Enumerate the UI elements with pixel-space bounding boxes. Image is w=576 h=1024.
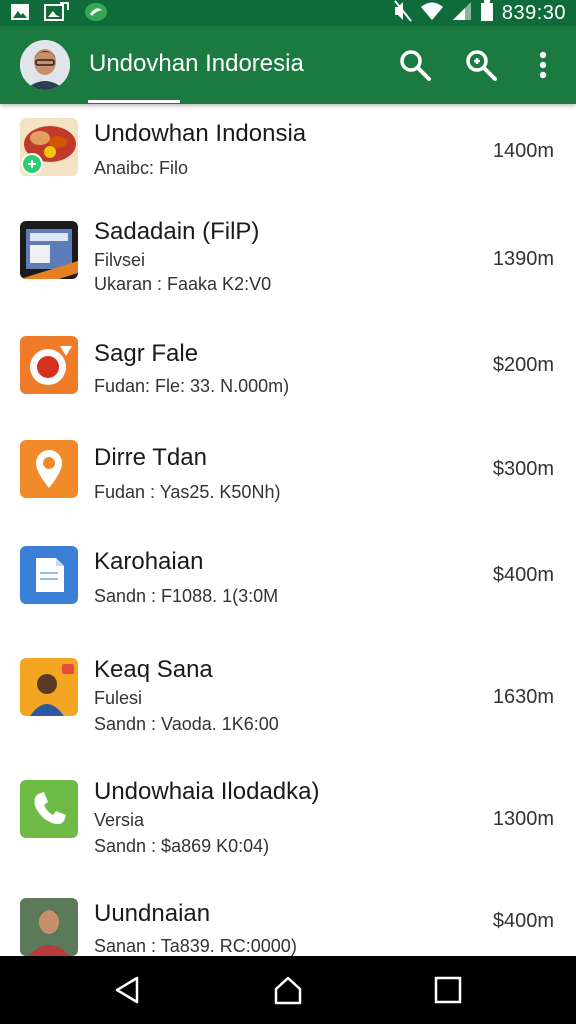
avatar[interactable] bbox=[20, 40, 70, 90]
gallery-icon bbox=[10, 3, 30, 26]
phone-app-icon bbox=[20, 780, 78, 838]
food-thumbnail bbox=[20, 118, 78, 176]
battery-icon bbox=[480, 0, 494, 27]
item-title: Undowhaia Ilodadka) bbox=[94, 778, 320, 805]
item-amount: 1300m bbox=[492, 808, 554, 830]
item-detail: Sandn : $a869 K0:04) bbox=[94, 836, 270, 856]
item-amount: 1400m bbox=[492, 140, 554, 162]
leaf-app-icon bbox=[84, 2, 108, 27]
search-icon[interactable] bbox=[398, 48, 432, 82]
item-title: Undowhan Indonsia bbox=[94, 120, 307, 147]
item-subtitle: Sanan : Ta839. RC:0000) bbox=[94, 936, 297, 956]
status-bar: 839:30 bbox=[0, 0, 576, 26]
item-subtitle: Fudan: Fle: 33. N.000m) bbox=[94, 376, 290, 396]
mute-icon bbox=[394, 0, 412, 27]
list-item[interactable]: Karohaian Sandn : F1088. 1(3:0M $400m bbox=[0, 522, 576, 629]
list-item[interactable]: Undowhan Indonsia Anaibc: Filo 1400m bbox=[0, 104, 576, 201]
app-title: Undovhan Indoresia bbox=[89, 50, 304, 77]
tab-indicator bbox=[88, 100, 180, 103]
zoom-search-icon[interactable] bbox=[464, 48, 498, 82]
list-item[interactable]: Keaq Sana Fulesi Sandn : Vaoda. 1K6:00 1… bbox=[0, 628, 576, 751]
item-amount: 1630m bbox=[492, 686, 554, 708]
item-subtitle: Sandn : F1088. 1(3:0M bbox=[94, 586, 279, 606]
portrait-thumbnail bbox=[20, 898, 78, 956]
item-title: Sagr Fale bbox=[94, 340, 199, 367]
item-subtitle: Fudan : Yas25. K50Nh) bbox=[94, 482, 281, 502]
navigation-bar bbox=[0, 956, 576, 1024]
item-amount: $300m bbox=[492, 458, 554, 480]
signal-icon bbox=[452, 1, 472, 26]
item-title: Sadadain (FilP) bbox=[94, 218, 260, 245]
person-thumbnail bbox=[20, 658, 78, 716]
status-time: 839:30 bbox=[501, 1, 566, 24]
list-item[interactable]: Sagr Fale Fudan: Fle: 33. N.000m) $200m bbox=[0, 314, 576, 419]
wifi-icon bbox=[420, 1, 444, 26]
home-icon[interactable] bbox=[273, 975, 303, 1005]
item-title: Keaq Sana bbox=[94, 656, 213, 683]
app-screen: 839:30 Undovhan Indoresia Undowhan Indon… bbox=[0, 0, 576, 1024]
list-item[interactable]: Sadadain (FilP) Filvsei Ukaran : Faaka K… bbox=[0, 200, 576, 315]
more-vert-icon[interactable] bbox=[526, 48, 560, 82]
item-amount: 1390m bbox=[492, 248, 554, 270]
recents-icon[interactable] bbox=[433, 975, 463, 1005]
item-subtitle: Versia bbox=[94, 810, 145, 830]
item-title: Uundnaian bbox=[94, 900, 211, 927]
item-amount: $400m bbox=[492, 910, 554, 932]
device-thumbnail bbox=[20, 221, 78, 279]
item-subtitle: Anaibc: Filo bbox=[94, 158, 189, 178]
item-title: Dirre Tdan bbox=[94, 444, 207, 471]
app-bar: Undovhan Indoresia bbox=[0, 26, 576, 104]
item-detail: Sandn : Vaoda. 1K6:00 bbox=[94, 714, 279, 734]
document-app-icon bbox=[20, 546, 78, 604]
item-subtitle: Fulesi bbox=[94, 688, 143, 708]
item-amount: $200m bbox=[492, 354, 554, 376]
pin-app-icon bbox=[20, 440, 78, 498]
record-app-icon bbox=[20, 336, 78, 394]
image-icon bbox=[44, 2, 70, 27]
item-subtitle: Filvsei bbox=[94, 250, 146, 270]
item-detail: Ukaran : Faaka K2:V0 bbox=[94, 274, 272, 294]
item-title: Karohaian bbox=[94, 548, 204, 575]
list-item[interactable]: Dirre Tdan Fudan : Yas25. K50Nh) $300m bbox=[0, 418, 576, 523]
back-icon[interactable] bbox=[113, 975, 143, 1005]
list-item[interactable]: Undowhaia Ilodadka) Versia Sandn : $a869… bbox=[0, 750, 576, 875]
item-amount: $400m bbox=[492, 564, 554, 586]
